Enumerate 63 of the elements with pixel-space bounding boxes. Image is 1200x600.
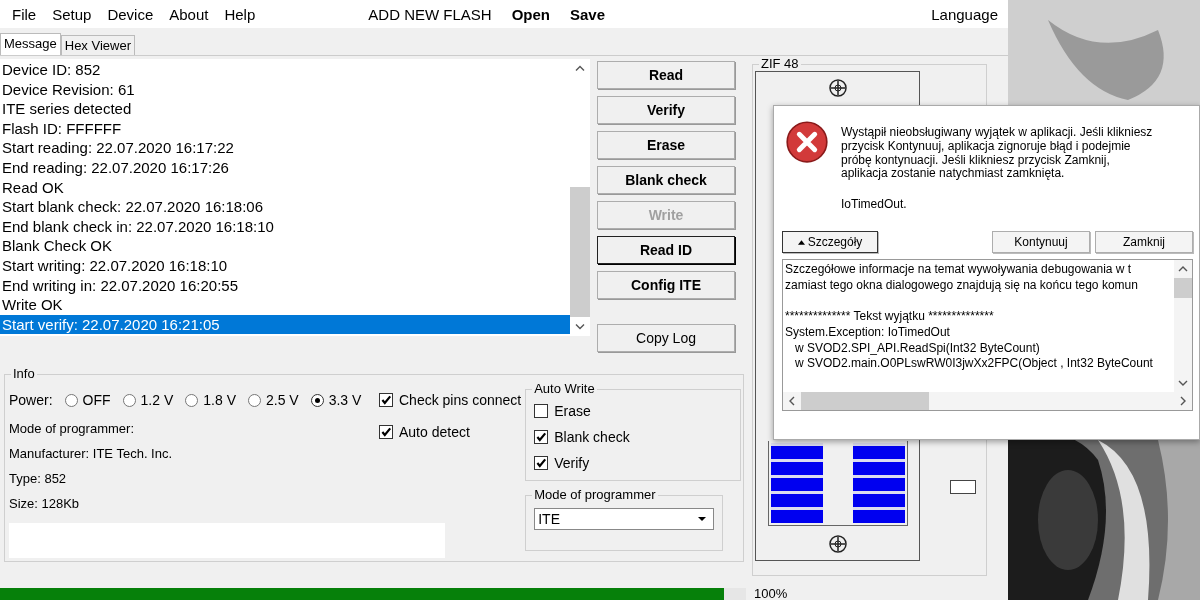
radio-label: 1.2 V <box>140 392 174 408</box>
checkbox-label: Auto detect <box>399 424 470 440</box>
radio-label: OFF <box>82 392 111 408</box>
group-title: Info <box>11 366 37 381</box>
tab[interactable]: Hex Viewer <box>60 35 135 55</box>
action-button[interactable]: Read ID <box>597 236 735 264</box>
log-line[interactable]: Flash ID: FFFFFF <box>0 118 570 139</box>
log-line[interactable]: End blank check in: 22.07.2020 16:18:10 <box>0 216 570 237</box>
menu-item[interactable]: About <box>161 5 217 23</box>
group-title: Auto Write <box>532 381 597 396</box>
details-line: w SVOD2.main.O0PLswRW0I3jwXx2FPC(Object , Int32 ByteCount <box>794 356 1154 372</box>
action-button[interactable]: Config ITE <box>597 271 735 299</box>
action-button[interactable]: Verify <box>597 96 735 124</box>
radio-label: 1.8 V <box>203 392 236 408</box>
radio-label: 3.3 V <box>328 392 362 408</box>
progress-reading: 100% <box>754 587 788 600</box>
menu-item[interactable]: Device <box>99 5 162 23</box>
log-line[interactable]: End writing in: 22.07.2020 16:20:55 <box>0 275 570 296</box>
checkbox-label: Verify <box>554 455 590 471</box>
action-button[interactable]: Blank check <box>597 166 735 194</box>
checkbox-label: Erase <box>554 403 591 419</box>
details-button[interactable]: Szczegóły <box>782 231 878 254</box>
details-line: w SVOD2.SPI_API.ReadSpi(Int32 ByteCount) <box>794 340 1041 357</box>
group-title: ZIF 48 <box>759 56 801 71</box>
menu-item[interactable]: Setup <box>44 5 100 23</box>
error-code: IoTimedOut. <box>841 197 908 212</box>
log-line[interactable]: Device Revision: 61 <box>0 79 570 100</box>
menu-item[interactable]: Help <box>216 5 264 23</box>
error-message: Wystąpił nieobsługiwany wyjątek w aplikacji. Jeśli klikniesz przycisk Kontynuuj, aplikacja zignoruje błąd i podejmie próbę kontynuacji. Jeśli klikniesz przycisk Zamknij, aplikacja zostanie natychmiast zamknięta. <box>841 126 1154 182</box>
mode-dropdown[interactable]: ITE <box>534 508 715 530</box>
details-line: ************** Tekst wyjątku ************** <box>785 309 995 325</box>
log-line[interactable]: Blank Check OK <box>0 236 570 256</box>
log-line[interactable]: Start writing: 22.07.2020 16:18:10 <box>0 255 570 276</box>
radio-label: 2.5 V <box>266 392 299 408</box>
language-menu[interactable]: Language <box>923 5 1006 23</box>
toolbar-item[interactable]: Save <box>560 5 616 23</box>
checkbox-label: Blank check <box>554 429 630 445</box>
info-text: Size: 128Kb <box>9 496 81 511</box>
copy-log-button[interactable]: Copy Log <box>597 324 735 352</box>
action-button[interactable]: Erase <box>597 131 735 159</box>
details-line: System.Exception: IoTimedOut <box>785 324 951 341</box>
action-button[interactable]: Read <box>597 61 735 89</box>
log-line[interactable]: Device ID: 852 <box>0 60 570 80</box>
details-line: Szczegółowe informacje na temat wywoływania debugowania w t <box>785 262 1133 278</box>
power-label: Power: <box>9 392 53 408</box>
log-line[interactable]: End reading: 22.07.2020 16:17:26 <box>0 157 570 178</box>
log-line[interactable]: Start blank check: 22.07.2020 16:18:06 <box>0 197 570 217</box>
log-line[interactable]: Start reading: 22.07.2020 16:17:22 <box>0 138 570 158</box>
details-line: zamiast tego okna dialogowego znajdują się na końcu tego komun <box>785 277 1139 294</box>
info-text: Mode of programmer: <box>9 421 135 436</box>
toolbar-item[interactable]: ADD NEW FLASH <box>358 5 502 23</box>
dialog-button[interactable]: Kontynuuj <box>992 231 1090 254</box>
checkbox-label: Check pins connect <box>399 392 522 408</box>
info-text: Type: 852 <box>9 471 68 486</box>
tab[interactable]: Message <box>0 33 61 55</box>
toolbar-item[interactable]: Open <box>501 5 560 23</box>
group-title: Mode of programmer <box>532 487 658 502</box>
info-text: Manufacturer: ITE Tech. Inc. <box>9 446 174 461</box>
menu-item[interactable]: File <box>4 5 45 23</box>
log-line[interactable]: ITE series detected <box>0 99 570 119</box>
dialog-button[interactable]: Zamknij <box>1095 231 1193 254</box>
log-line[interactable]: Read OK <box>0 177 570 198</box>
log-line[interactable]: Write OK <box>0 295 570 315</box>
